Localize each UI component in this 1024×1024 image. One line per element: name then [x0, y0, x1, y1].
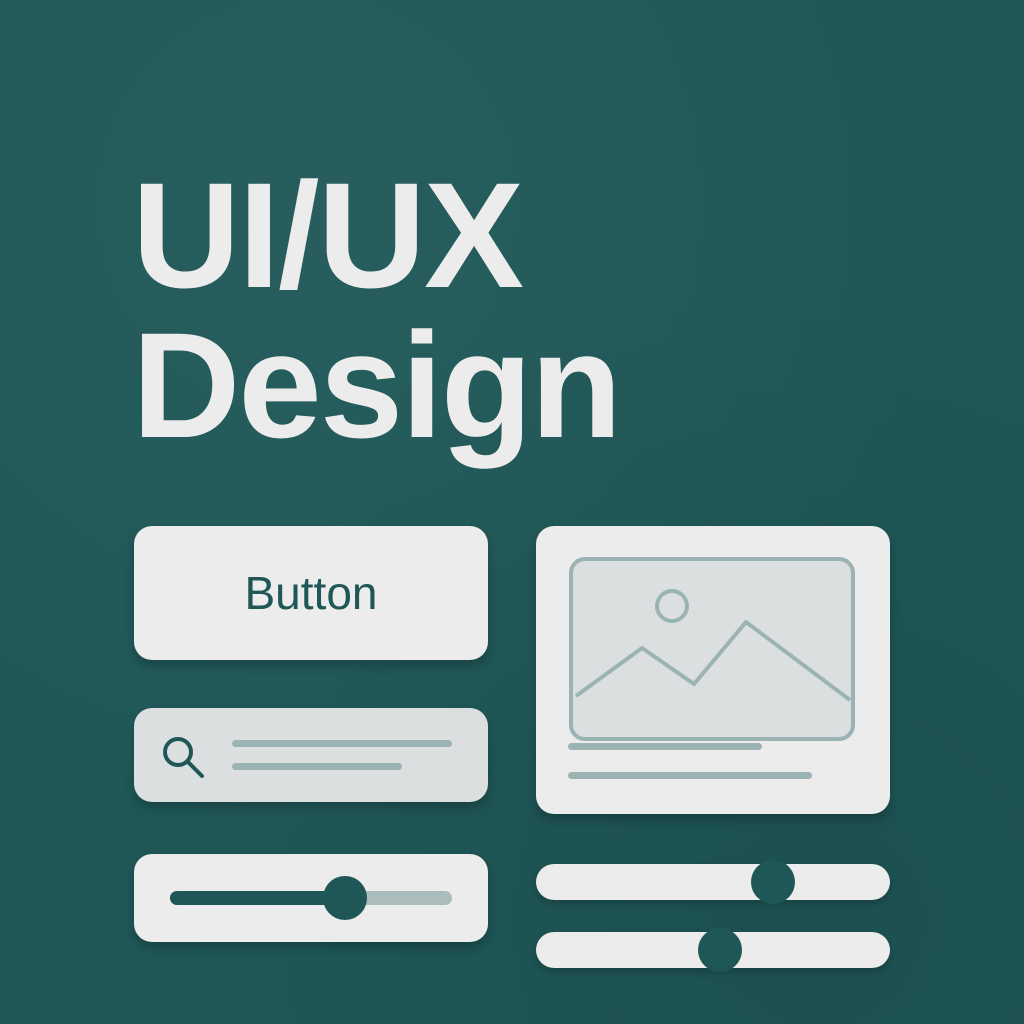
image-caption-line-1 — [568, 743, 762, 750]
slider-knob[interactable] — [322, 876, 367, 920]
search-icon — [163, 737, 204, 778]
toggle-slider-2[interactable] — [536, 928, 890, 972]
toggle-slider-2-knob[interactable] — [698, 928, 743, 972]
slider-fill — [170, 891, 345, 905]
toggle-slider-1-knob[interactable] — [751, 860, 796, 904]
search-placeholder-line-2 — [232, 763, 402, 770]
search-placeholder-line-1 — [232, 740, 452, 747]
image-card[interactable] — [536, 526, 890, 814]
headline-line-2: Design — [132, 301, 622, 469]
toggle-slider-1[interactable] — [536, 860, 890, 904]
image-placeholder-icon — [569, 557, 855, 741]
search-input[interactable] — [134, 708, 488, 802]
button-label: Button — [244, 567, 378, 619]
primary-button[interactable]: Button — [134, 526, 488, 660]
headline-line-1: UI/UX — [132, 151, 524, 319]
slider-track[interactable] — [170, 876, 452, 920]
slider-card — [134, 854, 488, 942]
image-caption-line-2 — [568, 772, 812, 779]
headline: UI/UX Design — [132, 151, 622, 469]
